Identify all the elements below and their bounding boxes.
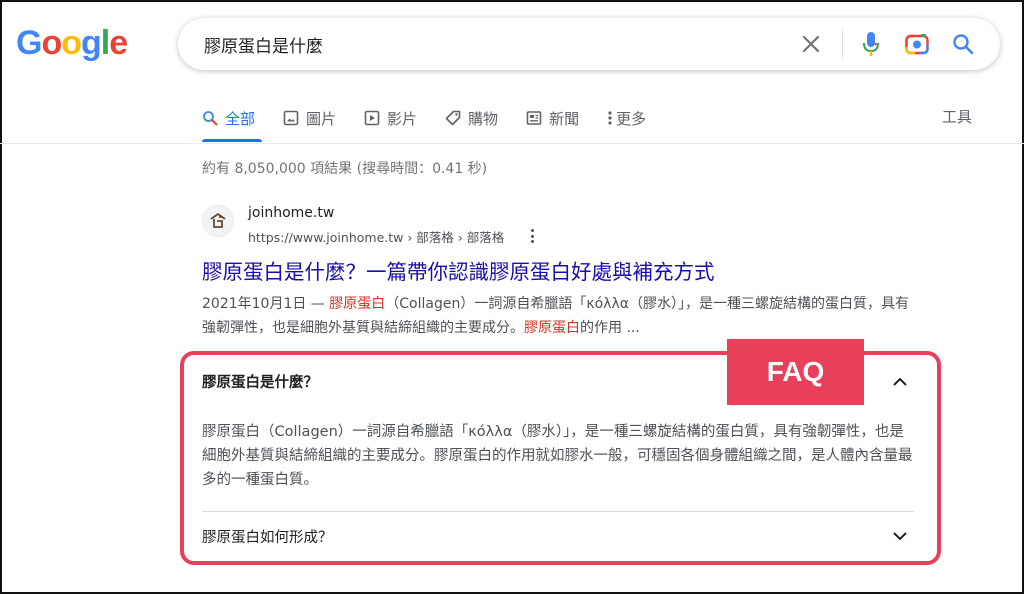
logo-letter: g xyxy=(81,24,102,62)
house-logo-icon xyxy=(210,213,226,228)
tab-label: 更多 xyxy=(616,109,647,128)
tab-label: 新聞 xyxy=(549,109,580,128)
snippet-date: 2021年10月1日 — xyxy=(202,296,330,312)
result-stats: 約有 8,050,000 項結果 (搜尋時間：0.41 秒) xyxy=(202,161,488,177)
logo-letter: e xyxy=(109,24,128,62)
video-icon xyxy=(364,110,380,126)
search-divider xyxy=(842,29,843,59)
tab-images[interactable]: 圖片 xyxy=(283,104,336,132)
snippet-highlight: 膠原蛋白 xyxy=(329,296,386,312)
site-url[interactable]: https://www.joinhome.tw › 部落格 › 部落格 xyxy=(248,227,504,246)
result-snippet: 2021年10月1日 — 膠原蛋白（Collagen）一詞源自希臘語「κόλλα… xyxy=(202,292,922,340)
logo-letter: G xyxy=(16,24,42,62)
tab-videos[interactable]: 影片 xyxy=(364,104,417,132)
clear-icon[interactable] xyxy=(798,31,824,57)
faq-answer: 膠原蛋白（Collagen）一詞源自希臘語「κόλλα（膠水）」，是一種三螺旋結… xyxy=(202,424,913,488)
site-favicon[interactable] xyxy=(202,205,234,237)
tab-label: 影片 xyxy=(387,109,418,128)
tab-label: 圖片 xyxy=(306,109,337,128)
tab-shopping[interactable]: 購物 xyxy=(445,104,498,132)
microphone-icon[interactable] xyxy=(858,31,884,57)
faq-question[interactable]: 膠原蛋白如何形成？ xyxy=(202,526,333,547)
more-options-icon[interactable] xyxy=(526,226,538,246)
tab-news[interactable]: 新聞 xyxy=(526,104,579,132)
tools-button[interactable]: 工具 xyxy=(942,106,972,127)
site-name[interactable]: joinhome.tw xyxy=(248,205,334,221)
snippet-text: 的作用 ... xyxy=(580,320,640,336)
search-box[interactable]: 膠原蛋白是什麼 xyxy=(178,18,1000,70)
search-icon xyxy=(202,110,218,126)
logo-letter: o xyxy=(41,24,62,62)
tag-icon xyxy=(445,110,461,126)
snippet-highlight: 膠原蛋白 xyxy=(524,320,580,336)
faq-badge: FAQ xyxy=(727,339,864,405)
tab-label: 購物 xyxy=(468,109,499,128)
image-icon xyxy=(283,110,299,126)
chevron-up-icon[interactable] xyxy=(890,372,910,392)
news-icon xyxy=(526,110,542,126)
search-icon[interactable] xyxy=(950,31,976,57)
tab-all[interactable]: 全部 xyxy=(202,104,255,132)
header-divider xyxy=(0,143,1024,144)
google-logo[interactable]: Google xyxy=(16,24,128,62)
active-tab-indicator xyxy=(202,139,262,142)
more-vert-icon xyxy=(607,110,613,126)
search-tabs: 全部 圖片 影片 購物 新聞 更多 xyxy=(202,104,674,144)
search-input[interactable]: 膠原蛋白是什麼 xyxy=(204,32,323,57)
tab-more[interactable]: 更多 xyxy=(607,104,646,132)
faq-question[interactable]: 膠原蛋白是什麼？ xyxy=(202,371,318,392)
faq-divider xyxy=(202,511,914,512)
tab-label: 全部 xyxy=(225,109,256,128)
chevron-down-icon[interactable] xyxy=(890,526,910,546)
result-title-link[interactable]: 膠原蛋白是什麼？一篇帶你認識膠原蛋白好處與補充方式 xyxy=(202,255,715,285)
logo-letter: o xyxy=(61,24,82,62)
logo-letter: l xyxy=(100,24,111,62)
camera-lens-icon[interactable] xyxy=(904,31,930,57)
